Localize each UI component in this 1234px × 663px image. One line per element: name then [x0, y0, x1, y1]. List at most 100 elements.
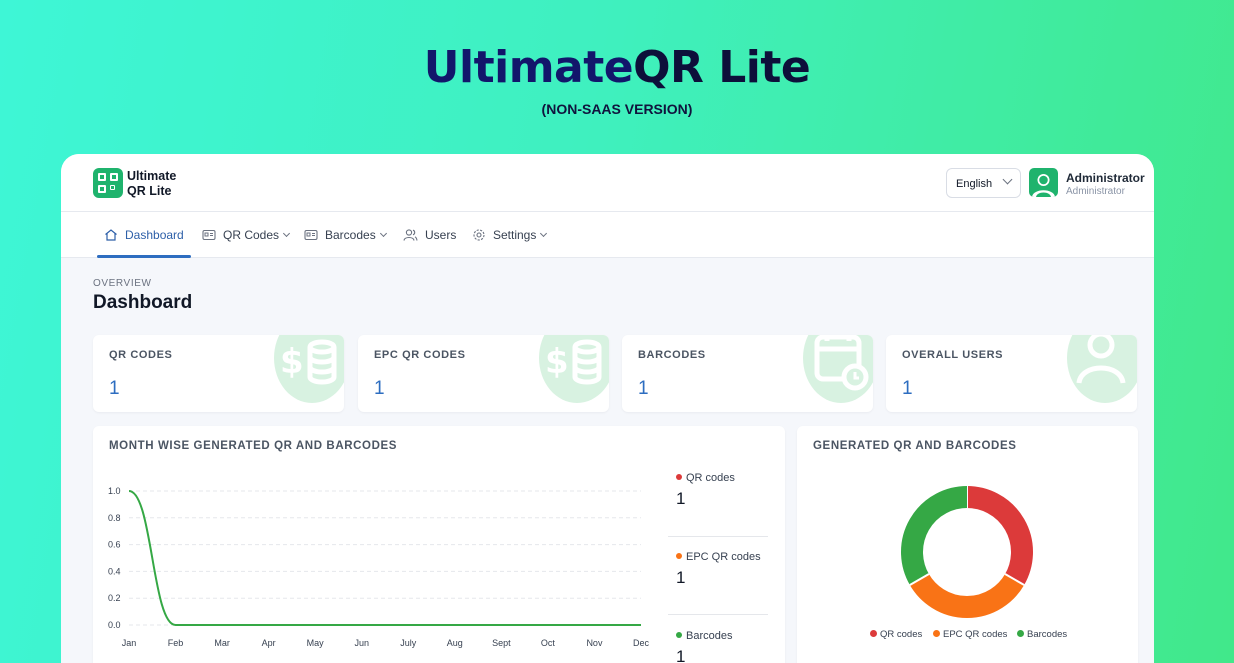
legend-label: QR codes: [686, 472, 735, 484]
x-tick-label: May: [307, 638, 325, 648]
page-title: Dashboard: [93, 292, 193, 313]
x-tick-label: July: [400, 638, 417, 648]
y-tick-label: 0.4: [108, 566, 121, 576]
nav-dashboard[interactable]: Dashboard: [104, 212, 184, 258]
nav-label: QR Codes: [223, 228, 280, 242]
x-tick-label: Aug: [447, 638, 463, 648]
legend-label: EPC QR codes: [943, 629, 1008, 640]
money-stack-icon: $: [545, 339, 602, 385]
language-select[interactable]: English: [946, 168, 1021, 198]
hero-title-part1: Ultimate: [423, 42, 634, 93]
avatar[interactable]: [1029, 168, 1058, 197]
hero-title: UltimateQR Lite: [0, 42, 1234, 93]
monthly-chart-panel: MONTH WISE GENERATED QR AND BARCODES 1.0…: [93, 426, 785, 663]
language-selected: English: [956, 178, 993, 190]
user-name[interactable]: Administrator: [1066, 171, 1145, 185]
calendar-clock-icon: [814, 335, 869, 391]
stat-value: 1: [638, 378, 649, 399]
y-tick-label: 1.0: [108, 486, 121, 496]
x-tick-label: Dec: [633, 638, 650, 648]
legend-qr-codes[interactable]: QR codes: [676, 472, 735, 484]
users-icon: [403, 229, 418, 241]
svg-text:$: $: [280, 342, 304, 382]
donut-legend-item[interactable]: QR codes: [870, 629, 922, 640]
hero-title-part2: QR Lite: [633, 42, 811, 93]
series-line-barcodes[interactable]: [128, 490, 641, 626]
legend-label: Barcodes: [686, 630, 733, 642]
y-tick-label: 0.2: [108, 593, 121, 603]
legend-divider: [668, 536, 768, 537]
x-tick-label: Apr: [262, 638, 276, 648]
active-tab-indicator: [97, 255, 191, 258]
legend-dot: [933, 630, 940, 637]
chevron-down-icon: [282, 229, 291, 238]
donut-legend-item[interactable]: Barcodes: [1017, 629, 1067, 640]
x-tick-label: Jan: [122, 638, 137, 648]
nav-label: Settings: [493, 228, 537, 242]
chevron-down-icon: [1002, 174, 1013, 185]
stat-value: 1: [109, 378, 120, 399]
stat-card-qr-codes[interactable]: $ QR CODES 1: [93, 335, 344, 412]
chevron-down-icon: [540, 229, 548, 238]
nav-qr-codes[interactable]: QR Codes: [202, 212, 291, 258]
stat-label: OVERALL USERS: [902, 349, 1004, 361]
legend-epc-qr-codes[interactable]: EPC QR codes: [676, 551, 761, 563]
legend-label: Barcodes: [1027, 629, 1068, 640]
nav-label: Users: [425, 228, 457, 242]
legend-dot: [676, 632, 682, 638]
legend-value: 1: [676, 489, 686, 508]
user-avatar-icon: [1032, 174, 1055, 197]
money-stack-icon: $: [280, 339, 337, 385]
line-chart[interactable]: 1.0 0.8 0.6 0.4 0.2 0.0Jan Feb Mar Apr May Jun July…: [93, 466, 653, 663]
app-window: Ultimate QR Lite English Administrator A…: [61, 154, 1154, 663]
x-tick-label: Oct: [541, 638, 556, 648]
x-tick-label: Mar: [214, 638, 230, 648]
nav-users[interactable]: Users: [403, 212, 456, 258]
legend-barcodes[interactable]: Barcodes: [676, 630, 732, 642]
home-icon: [105, 229, 117, 241]
stat-card-epc-qr-codes[interactable]: $ EPC QR CODES 1: [358, 335, 609, 412]
donut-chart-panel: GENERATED QR AND BARCODES QR codes EPC QR…: [797, 426, 1138, 663]
user-role: Administrator: [1066, 186, 1125, 197]
hero-subtitle: (NON-SAAS VERSION): [541, 101, 693, 117]
x-tick-label: Sept: [492, 638, 511, 648]
nav-barcodes[interactable]: Barcodes: [304, 212, 387, 258]
x-tick-label: Jun: [354, 638, 369, 648]
legend-dot: [870, 630, 877, 637]
donut-slice-barcodes[interactable]: [901, 486, 968, 585]
topbar: Ultimate QR Lite English Administrator A…: [61, 154, 1154, 212]
x-tick-label: Nov: [586, 638, 603, 648]
stat-label: BARCODES: [638, 349, 706, 361]
legend-value: 1: [676, 647, 686, 663]
stat-value: 1: [374, 378, 385, 399]
stat-card-barcodes[interactable]: BARCODES 1: [622, 335, 873, 412]
app-logo-text[interactable]: Ultimate QR Lite: [127, 169, 207, 199]
stat-label: QR CODES: [109, 349, 173, 361]
panel-title: MONTH WISE GENERATED QR AND BARCODES: [109, 440, 398, 452]
qr-card-icon: [202, 229, 216, 241]
legend-divider: [668, 614, 768, 615]
legend-label: EPC QR codes: [686, 551, 761, 563]
donut-chart[interactable]: [797, 466, 1138, 626]
logo-line1: Ultimate: [127, 169, 177, 183]
chevron-down-icon: [379, 229, 387, 238]
nav-label: Barcodes: [325, 228, 376, 242]
stat-card-overall-users[interactable]: OVERALL USERS 1: [886, 335, 1137, 412]
qr-logo-icon[interactable]: [93, 168, 123, 198]
stat-value: 1: [902, 378, 913, 399]
y-tick-label: 0.8: [108, 513, 121, 523]
legend-value: 1: [676, 568, 686, 587]
legend-dot: [1017, 630, 1024, 637]
stat-label: EPC QR CODES: [374, 349, 466, 361]
gear-icon: [473, 229, 485, 241]
nav-label: Dashboard: [125, 228, 184, 242]
y-tick-label: 0.6: [108, 540, 121, 550]
nav-settings[interactable]: Settings: [472, 212, 548, 258]
logo-line2: QR Lite: [127, 184, 172, 198]
svg-text:$: $: [545, 342, 569, 382]
panel-title: GENERATED QR AND BARCODES: [813, 440, 1017, 452]
donut-slice-qr-codes[interactable]: [966, 486, 1033, 585]
legend-dot: [676, 474, 682, 480]
donut-legend-item[interactable]: EPC QR codes: [933, 629, 1007, 640]
donut-slice-epc-qr-codes[interactable]: [909, 573, 1025, 618]
